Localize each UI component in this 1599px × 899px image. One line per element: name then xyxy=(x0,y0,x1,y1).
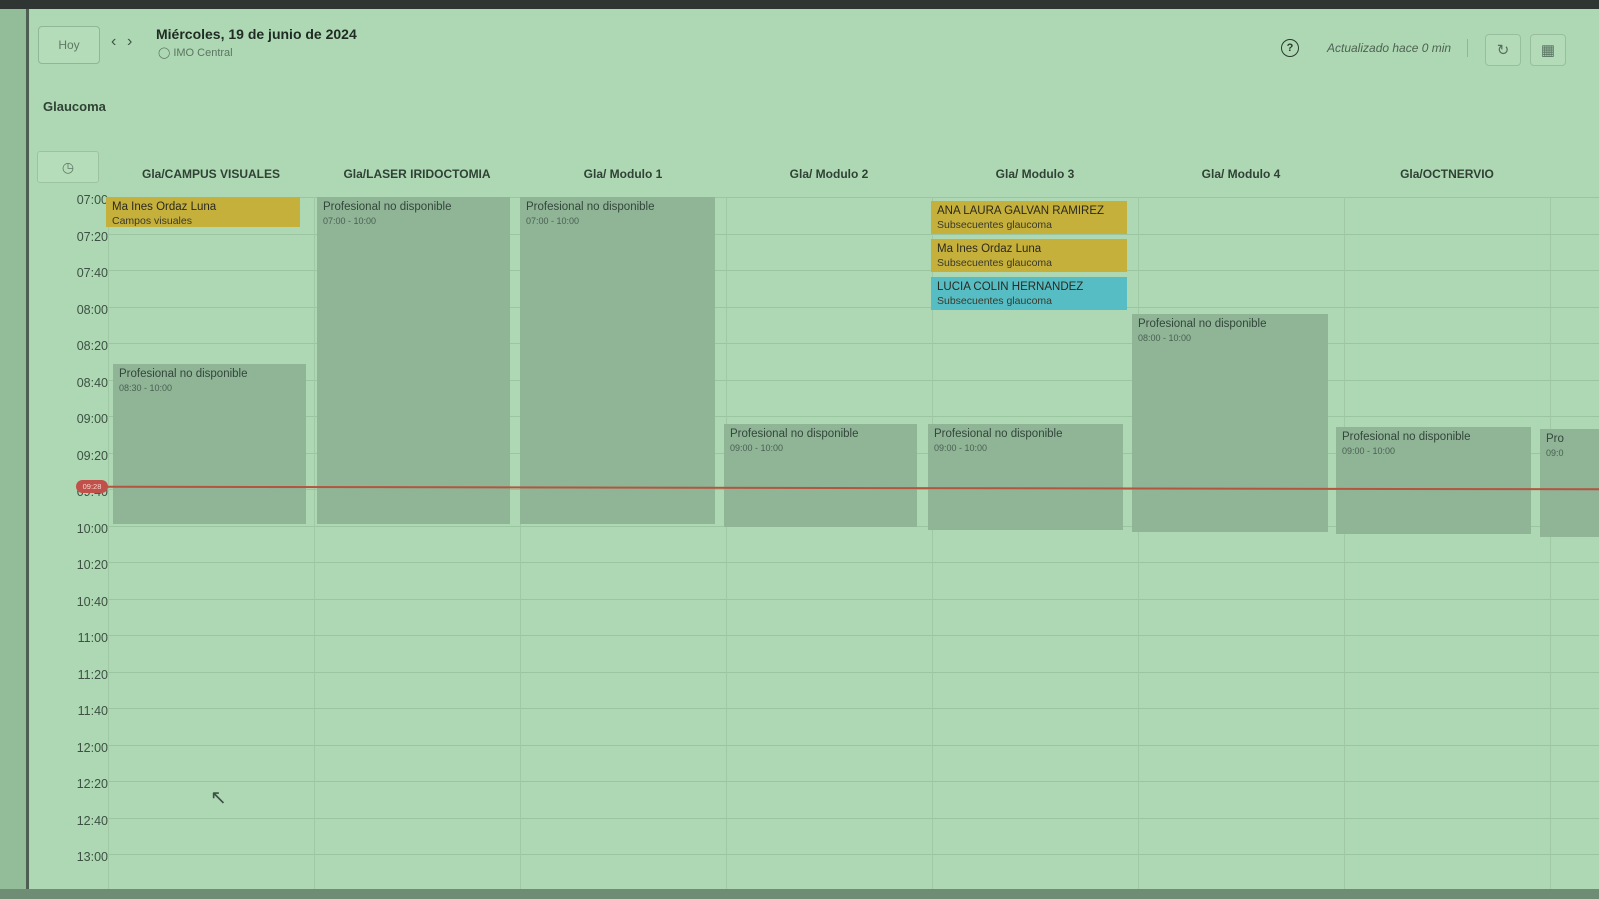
header-divider xyxy=(1467,39,1468,57)
today-button[interactable]: Hoy xyxy=(38,26,100,64)
unavailable-title: Profesional no disponible xyxy=(119,368,248,380)
grid-column-line xyxy=(314,197,315,889)
calendar-app: Hoy ‹ › Miércoles, 19 de junio de 2024 ◯… xyxy=(30,9,1599,889)
patient-name: ANA LAURA GALVAN RAMIREZ xyxy=(937,205,1105,217)
service-name: Campos visuales xyxy=(112,215,192,227)
patient-name: LUCIA COLIN HERNANDEZ xyxy=(937,281,1084,293)
unavailable-block[interactable]: Profesional no disponible 08:30 - 10:00 xyxy=(113,364,306,524)
column-header[interactable]: Gla/OCTNERVIO xyxy=(1347,167,1547,181)
location-name: IMO Central xyxy=(173,47,233,59)
unavailable-title: Profesional no disponible xyxy=(1342,431,1471,443)
time-label: 08:00 xyxy=(76,302,108,317)
layout-icon: ▦ xyxy=(1540,42,1556,59)
column-header[interactable]: Gla/ Modulo 3 xyxy=(935,167,1135,181)
service-name: Subsecuentes glaucoma xyxy=(937,295,1052,307)
unavailable-block[interactable]: Profesional no disponible 07:00 - 10:00 xyxy=(520,197,715,524)
updated-status: Actualizado hace 0 min xyxy=(1327,41,1452,55)
grid-row-line xyxy=(106,598,1599,600)
time-label: 07:20 xyxy=(76,229,108,244)
time-label: 09:20 xyxy=(76,448,108,463)
time-label: 11:00 xyxy=(77,631,108,645)
unavailable-block[interactable]: Profesional no disponible 09:00 - 10:00 xyxy=(928,424,1123,530)
unavailable-range: 07:00 - 10:00 xyxy=(526,216,580,226)
help-icon[interactable]: ? xyxy=(1281,39,1299,57)
unavailable-range: 07:00 - 10:00 xyxy=(323,216,377,226)
unavailable-title: Profesional no disponible xyxy=(526,201,655,213)
grid-row-line xyxy=(106,744,1599,746)
grid-row-line xyxy=(106,817,1599,819)
time-label: 09:00 xyxy=(76,412,108,426)
time-label: 10:00 xyxy=(76,521,108,536)
time-label: 12:20 xyxy=(76,777,108,791)
patient-name: Ma Ines Ordaz Luna xyxy=(937,243,1042,255)
time-label: 12:40 xyxy=(76,813,108,828)
grid-column-line xyxy=(1550,197,1551,889)
service-name: Subsecuentes glaucoma xyxy=(937,219,1052,231)
grid-column-line xyxy=(1138,197,1139,889)
section-title: Glaucoma xyxy=(43,99,106,114)
unavailable-title: Profesional no disponible xyxy=(1138,318,1267,330)
clock-icon: ◷ xyxy=(61,158,75,175)
current-time-badge: 09:28 xyxy=(76,480,108,493)
unavailable-block[interactable]: Profesional no disponible 07:00 - 10:00 xyxy=(317,197,510,524)
time-column-header: ◷ xyxy=(37,151,99,183)
time-label: 07:00 xyxy=(76,193,108,207)
grid-column-line xyxy=(108,197,109,889)
unavailable-range: 08:00 - 10:00 xyxy=(1138,333,1192,343)
unavailable-block[interactable]: Profesional no disponible 09:00 - 10:00 xyxy=(1336,427,1531,534)
chevron-left-icon[interactable]: ‹ xyxy=(111,33,116,51)
grid-row-line xyxy=(106,635,1599,636)
location-label: ◯ IMO Central xyxy=(158,46,233,59)
monitor-left-edge xyxy=(0,9,29,899)
unavailable-title: Profesional no disponible xyxy=(934,428,1063,440)
appointment-block[interactable]: ANA LAURA GALVAN RAMIREZ Subsecuentes gla… xyxy=(931,201,1127,234)
appointment-block[interactable]: Ma Ines Ordaz Luna Campos visuales xyxy=(106,197,300,227)
grid-row-line xyxy=(106,562,1599,563)
patient-name: Ma Ines Ordaz Luna xyxy=(112,201,217,213)
unavailable-block[interactable]: Profesional no disponible 09:00 - 10:00 xyxy=(724,424,917,527)
unavailable-range: 09:00 - 10:00 xyxy=(1342,446,1396,456)
time-label: 07:40 xyxy=(76,266,108,280)
unavailable-range: 09:00 - 10:00 xyxy=(934,443,988,453)
column-header[interactable]: Gla/LASER IRIDOCTOMIA xyxy=(317,167,517,181)
appointment-block[interactable]: LUCIA COLIN HERNANDEZ Subsecuentes glauco… xyxy=(931,277,1127,310)
layout-button[interactable]: ▦ xyxy=(1530,34,1566,66)
appointment-block[interactable]: Ma Ines Ordaz Luna Subsecuentes glaucoma xyxy=(931,239,1127,272)
unavailable-title: Pro xyxy=(1546,433,1564,445)
mouse-pointer-icon: ↖ xyxy=(210,787,227,809)
grid-row-line xyxy=(106,671,1599,673)
time-label: 10:40 xyxy=(76,594,108,609)
time-label: 08:20 xyxy=(76,339,108,353)
time-label: 10:20 xyxy=(76,558,108,572)
unavailable-block[interactable]: Profesional no disponible 08:00 - 10:00 xyxy=(1132,314,1328,532)
column-header[interactable]: Gla/CAMPUS VISUALES xyxy=(111,167,311,181)
monitor-top-edge xyxy=(0,0,1599,9)
unavailable-range: 09:0 xyxy=(1546,448,1564,458)
column-header[interactable]: Gla/ Modulo 2 xyxy=(729,167,929,181)
grid-row-line xyxy=(106,781,1599,782)
unavailable-range: 09:00 - 10:00 xyxy=(730,443,784,453)
monitor-bottom-edge xyxy=(0,889,1599,899)
refresh-button[interactable]: ↻ xyxy=(1485,34,1521,66)
chevron-right-icon[interactable]: › xyxy=(127,33,132,51)
time-label: 08:40 xyxy=(76,375,108,390)
column-header[interactable]: Gla/ Modulo 1 xyxy=(523,167,723,181)
column-header[interactable]: Gla/ Modulo 4 xyxy=(1141,167,1341,181)
time-label: 13:00 xyxy=(76,850,108,864)
refresh-icon: ↻ xyxy=(1496,42,1510,59)
location-pin-icon: ◯ xyxy=(158,47,171,59)
grid-row-line xyxy=(106,708,1599,709)
service-name: Subsecuentes glaucoma xyxy=(937,257,1052,269)
grid-column-line xyxy=(726,197,727,889)
time-label: 11:20 xyxy=(77,667,108,682)
grid-column-line xyxy=(1344,197,1345,889)
grid-row-line xyxy=(106,854,1599,855)
time-label: 11:40 xyxy=(77,704,108,718)
current-date: Miércoles, 19 de junio de 2024 xyxy=(156,26,357,42)
unavailable-title: Profesional no disponible xyxy=(730,428,859,440)
unavailable-title: Profesional no disponible xyxy=(323,201,452,213)
unavailable-block[interactable]: Pro 09:0 xyxy=(1540,429,1599,537)
time-label: 12:00 xyxy=(76,740,108,755)
unavailable-range: 08:30 - 10:00 xyxy=(119,383,173,393)
